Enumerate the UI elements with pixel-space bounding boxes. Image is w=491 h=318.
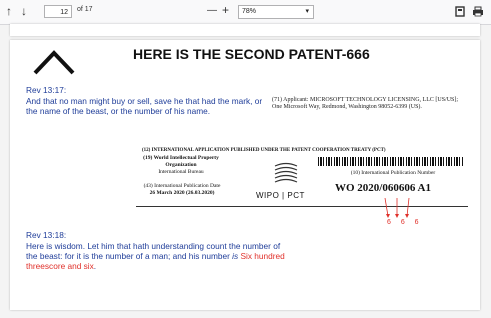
zoom-select[interactable]: 78% ▾ <box>238 5 314 19</box>
pubdate-label: (43) International Publication Date <box>143 183 221 189</box>
print-icon[interactable] <box>472 6 484 17</box>
rev-13-17-text: And that no man might buy or sell, save … <box>26 96 263 116</box>
wipo-org: (19) World Intellectual Property Organiz… <box>143 155 219 168</box>
rev-13-18-title: Rev 13:18: <box>26 230 67 240</box>
page-heading: HERE IS THE SECOND PATENT-666 <box>133 46 370 62</box>
rev-13-18-text: Here is wisdom. Let him that hath unders… <box>26 241 286 271</box>
barcode <box>318 157 464 166</box>
chevron-down-icon: ▾ <box>305 8 309 15</box>
rev-13-17-title: Rev 13:17: <box>26 85 67 95</box>
page-number-input[interactable]: 12 <box>44 5 72 18</box>
pdf-toolbar: ↑ ↓ 12 of 17 — + 78% ▾ <box>0 0 491 25</box>
red-arrows <box>384 198 410 218</box>
wo-number: WO 2020/060606 A1 <box>335 182 431 194</box>
zoom-out-button[interactable]: — <box>207 4 217 18</box>
rev-13-18-end: . <box>93 261 97 271</box>
pct-header: (12) INTERNATIONAL APPLICATION PUBLISHED… <box>142 148 386 153</box>
arrow-up-icon[interactable]: ↑ <box>6 4 12 18</box>
bureau-label: International Bureau <box>158 169 204 175</box>
zoom-in-button[interactable]: + <box>222 3 229 17</box>
house-roof-icon <box>33 50 75 75</box>
pubdate-value: 26 March 2020 (26.03.2020) <box>149 190 215 196</box>
wipo-pct-label: WIPO | PCT <box>256 191 305 200</box>
arrow-down-icon[interactable]: ↓ <box>21 4 27 18</box>
page-count: of 17 <box>77 6 93 13</box>
six-six-six: 6 6 6 <box>387 219 423 226</box>
applicant-text: (71) Applicant: MICROSOFT TECHNOLOGY LIC… <box>272 97 459 110</box>
zoom-value: 78% <box>242 8 257 15</box>
bookmark-icon[interactable] <box>455 6 465 17</box>
wipo-logo-icon <box>274 162 298 183</box>
pubnum-label: (10) International Publication Number <box>350 170 436 176</box>
rev-13-18-is: is <box>229 251 241 261</box>
previous-page-edge <box>10 24 480 36</box>
pdf-page: HERE IS THE SECOND PATENT-666 Rev 13:17:… <box>10 40 480 310</box>
